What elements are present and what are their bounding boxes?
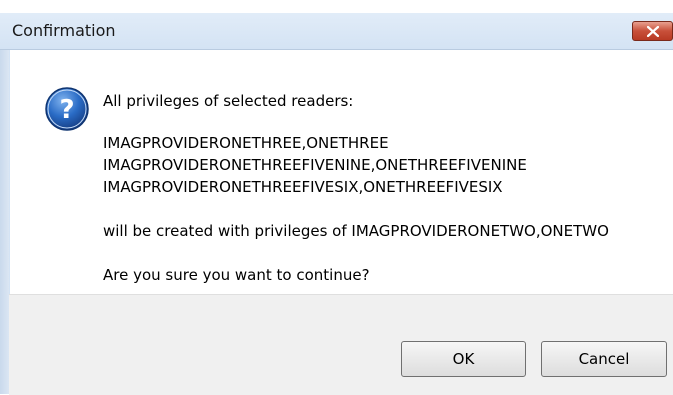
- confirmation-dialog: Confirmation ? All privileges of selecte…: [0, 0, 673, 395]
- reader-line: IMAGPROVIDERONETHREE,ONETHREE: [103, 134, 389, 152]
- message-target: will be created with privileges of IMAGP…: [103, 222, 609, 240]
- window-frame-left: [0, 50, 9, 394]
- reader-line: IMAGPROVIDERONETHREEFIVESIX,ONETHREEFIVE…: [103, 178, 503, 196]
- message-intro: All privileges of selected readers:: [103, 92, 354, 110]
- question-icon: ?: [45, 87, 89, 131]
- cancel-button[interactable]: Cancel: [541, 341, 667, 377]
- svg-text:?: ?: [59, 95, 74, 125]
- close-button[interactable]: [632, 21, 673, 41]
- reader-line: IMAGPROVIDERONETHREEFIVENINE,ONETHREEFIV…: [103, 156, 527, 174]
- window-title: Confirmation: [12, 21, 116, 40]
- title-bar[interactable]: Confirmation: [0, 13, 673, 50]
- message-question: Are you sure you want to continue?: [103, 266, 370, 284]
- close-icon: [647, 26, 659, 37]
- ok-button[interactable]: OK: [401, 341, 526, 377]
- top-strip: [0, 0, 673, 14]
